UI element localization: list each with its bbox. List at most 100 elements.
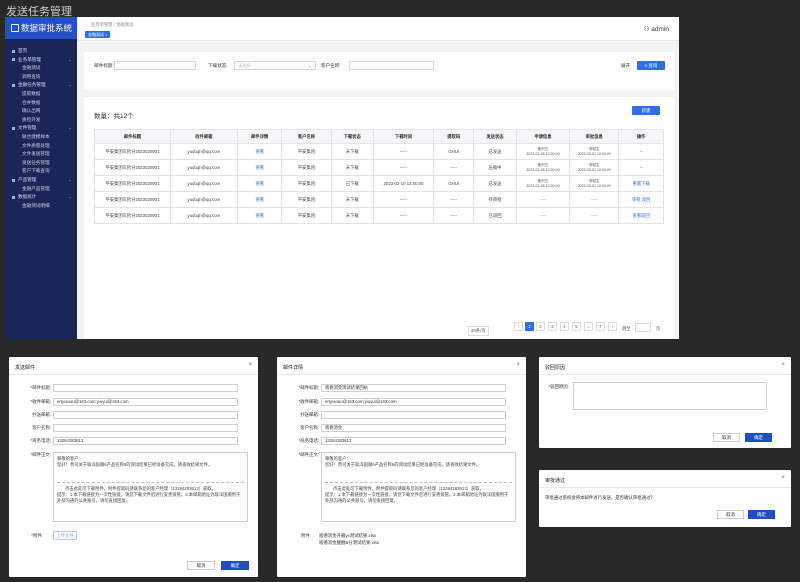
chevron-down-icon: ⌄ [308,63,312,68]
sidebar-item[interactable]: 金融测试 [5,64,77,73]
menu-icon [12,58,15,62]
ok-button[interactable]: 确定 [745,433,772,442]
attachment-file-link[interactable]: 啥德消金醒醒B分测试结果.xlsx [319,540,379,546]
apply-line: 2023-02-28 12:00:00 [526,183,560,188]
field-input[interactable]: 啥德消金 [321,424,506,432]
cell-approve-info: 李轻生 2023-03-01 12:00:00 [569,143,620,160]
page-button[interactable]: 3 [548,322,557,331]
close-icon[interactable]: × [781,362,785,368]
sidebar-item[interactable]: 质检外发 [5,116,77,125]
sidebar-item[interactable]: 客户下载查询 [5,167,77,176]
field-input[interactable]: 13264283613 [321,437,506,445]
sidebar-item[interactable]: 发送任务管理 [5,159,77,168]
reject-dialog-title: 驳回原因 [545,365,566,371]
sidebar-item[interactable]: 金融测试明细 [5,202,77,211]
cell-download-status: 未下载 [330,191,374,208]
logo-icon [11,24,19,32]
cell-download-time: 2023-02-10 12:00:00 [372,175,435,192]
ok-button[interactable]: 确定 [748,510,775,519]
view-detail-link[interactable]: 查看 [236,191,283,208]
row-action[interactable]: 重置下载 [618,175,664,192]
cell-send-status: 已发送 [473,175,517,192]
new-button[interactable]: 新建 [632,106,660,115]
sidebar-item[interactable]: 合并数据 [5,99,77,108]
ok-button[interactable]: 确定 [221,561,249,570]
sidebar-item-label: 质检外发 [22,116,41,122]
field-input[interactable]: 13264283613 [53,437,238,445]
collapse-toggle[interactable]: 展开 [621,63,630,69]
field-input[interactable] [53,411,238,419]
view-detail-link[interactable]: 查看 [236,143,283,160]
sidebar-item[interactable]: 首页 [5,47,77,56]
page-button[interactable]: › [608,322,617,331]
row-action[interactable]: 审批 驳回 [618,191,664,208]
page-button[interactable]: ‹ [514,322,523,331]
goto-page-input[interactable] [635,323,651,332]
page-button[interactable]: 5 [572,322,581,331]
sidebar-item[interactable]: 调用查询 [5,73,77,82]
query-button-label: 查询 [648,63,658,68]
field-input[interactable]: ertyuiouu@163.com;yiuyui@163.com [321,398,506,406]
sidebar-item-label: 联合建模样本 [22,133,50,139]
customer-name-label: 客户名称: [321,63,341,68]
page-button[interactable]: 7 [596,322,605,331]
send-body-label: *邮件正文: [30,452,52,457]
view-detail-link[interactable]: 查看 [236,207,283,224]
sidebar-item[interactable]: 文件发送管理 [5,150,77,159]
view-detail-link[interactable]: 查看 [236,175,283,192]
column-header: 邮件详情 [236,129,283,144]
sidebar-item[interactable]: 金融产品管理 [5,185,77,194]
chevron-down-icon: ⌄ [68,125,72,131]
cancel-button[interactable]: 取消 [187,561,215,570]
approve-line: ----- [591,197,598,202]
sidebar-item[interactable]: 提取数据 [5,90,77,99]
user-menu[interactable]: ⚇ admin [644,25,669,33]
approve-line: 2023-03-01 12:00:00 [577,167,611,172]
send-body-editor[interactable]: 尊敬的客户: 您好！贵司关于联洋国顺6产品名称6的测试结果已经准备完成，请查收结… [53,452,248,522]
field-input[interactable] [53,424,238,432]
query-button[interactable]: ⌕ 查询 [637,61,665,70]
field-input[interactable] [53,384,238,392]
cancel-button[interactable]: 取消 [717,510,744,519]
page-button[interactable]: 2 [536,322,545,331]
detail-body-view: 尊敬的客户: 您好！贵司关于联洋国顺6产品名称6的测试结果已经准备完成，请查收结… [321,452,516,522]
close-icon[interactable]: × [248,362,252,368]
column-header: 审批信息 [569,129,620,144]
tab-active[interactable]: 金融测试 × [85,31,111,38]
page-button[interactable]: 1 [525,322,534,331]
sidebar-item[interactable]: 联合建模样本 [5,133,77,142]
field-input[interactable]: 啥德消金测试结果回执 [321,384,506,392]
page-size-select[interactable]: 20条/页 [468,326,489,336]
sidebar-item[interactable]: 产品管理 ⌄ [5,176,77,185]
upload-file-button[interactable]: 上传文件 [53,531,77,540]
page-button[interactable]: 4 [560,322,569,331]
view-detail-link[interactable]: 查看 [236,159,283,176]
close-icon[interactable]: × [781,475,785,481]
approve-line: 2023-03-01 12:00:00 [577,183,611,188]
page-button[interactable]: ... [584,322,593,331]
download-status-label: 下载状态: [208,63,228,68]
mail-title-input[interactable] [114,61,196,70]
sidebar-item[interactable]: 文件管理 ⌄ [5,124,77,133]
field-label: *邮件标题: [30,385,52,390]
sidebar-item-label: 产品管理 [18,176,37,182]
sidebar-item[interactable]: 文件质量处理 [5,142,77,151]
sidebar-item[interactable]: 确认出网 [5,107,77,116]
sidebar-item[interactable]: 金融任务管理 ⌄ [5,81,77,90]
customer-name-input[interactable] [349,61,434,70]
sidebar-item-label: 发送任务管理 [22,159,50,165]
sidebar-item[interactable]: 业务单管理 ⌄ [5,56,77,65]
attachment-file-link[interactable]: 啥德消金开箱yx测试结果.xlsx [319,533,376,539]
table-row: 平安集团车险分2023020901 yuduqh@qq.com 查看 平安集团 未下载 -… [94,143,664,160]
reject-reason-textarea[interactable] [573,382,767,410]
close-icon[interactable]: × [516,362,520,368]
field-input[interactable] [321,411,506,419]
divider [9,374,258,375]
row-action[interactable]: 查看驳回 [618,207,664,224]
field-input[interactable]: ertyuiouu@163.com;yiuyui@163.com [53,398,238,406]
sidebar-item[interactable]: 数据统计 ⌄ [5,193,77,202]
cell-mail-title: 平安集团车险分2023020901 [94,207,171,224]
download-status-select[interactable]: 请选择 ⌄ [234,61,316,70]
cancel-button[interactable]: 取消 [713,433,740,442]
field-label: *收件邮箱: [298,399,320,404]
